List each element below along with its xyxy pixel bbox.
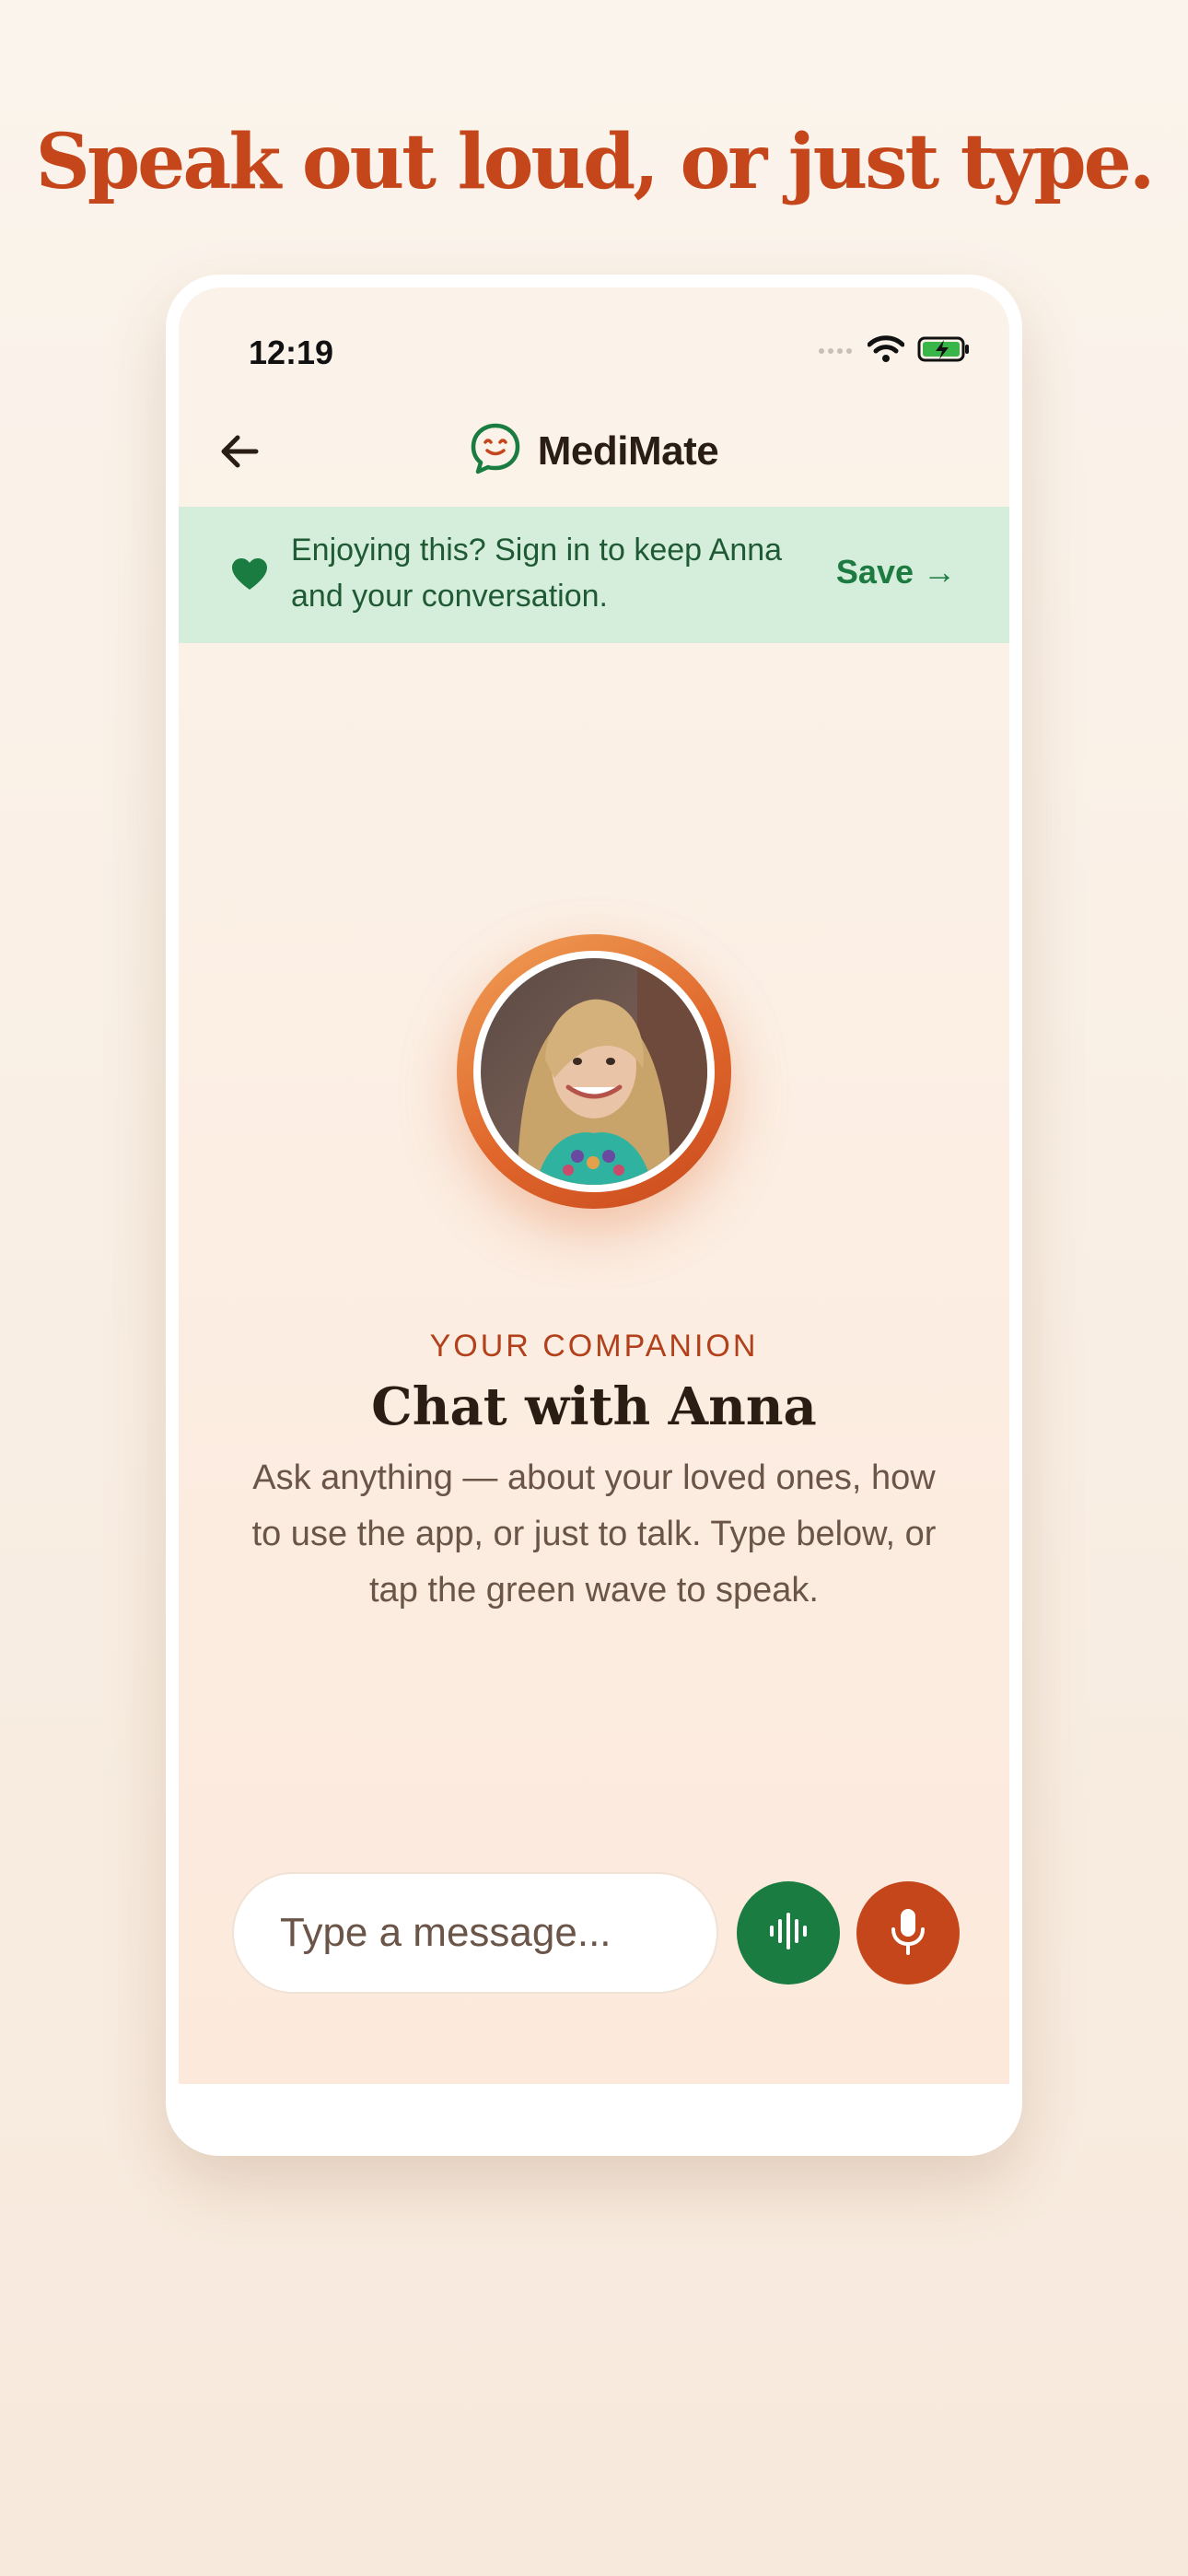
- voice-wave-button[interactable]: [737, 1881, 840, 1985]
- banner-message: Enjoying this? Sign in to keep Anna and …: [291, 533, 783, 614]
- battery-charging-icon: [917, 335, 971, 368]
- message-composer: [179, 1868, 1009, 1997]
- sound-wave-icon: [766, 1909, 810, 1958]
- wifi-icon: [867, 335, 905, 368]
- companion-title: Chat with Anna: [371, 1376, 817, 1437]
- sign-in-banner[interactable]: Enjoying this? Sign in to keep Anna and …: [179, 507, 1009, 643]
- heart-icon: [230, 556, 269, 596]
- app-screen: 12:19 MediMate Enjoying this? Sign in to…: [179, 287, 1009, 2084]
- app-header: MediMate: [179, 389, 1009, 518]
- smiling-chat-bubble-icon: [470, 422, 521, 480]
- status-bar: 12:19: [179, 287, 1009, 389]
- status-icons: [818, 335, 971, 368]
- cellular-dots-icon: [818, 344, 855, 360]
- companion-photo: [481, 958, 707, 1185]
- brand-name: MediMate: [537, 427, 719, 474]
- microphone-icon: [888, 1907, 928, 1960]
- companion-eyebrow: YOUR COMPANION: [429, 1329, 759, 1364]
- status-time: 12:19: [249, 334, 334, 371]
- avatar: [457, 934, 731, 1209]
- microphone-button[interactable]: [856, 1881, 960, 1985]
- save-button[interactable]: Save →: [836, 553, 956, 591]
- marketing-headline: Speak out loud, or just type.: [35, 118, 1156, 206]
- companion-description: Ask anything — about your loved ones, ho…: [251, 1458, 937, 1610]
- message-input[interactable]: [232, 1872, 718, 1994]
- brand-lockup: MediMate: [179, 422, 1009, 480]
- phone-frame: 12:19 MediMate Enjoying this? Sign in to…: [166, 275, 1022, 2156]
- avatar-ring: [473, 951, 715, 1192]
